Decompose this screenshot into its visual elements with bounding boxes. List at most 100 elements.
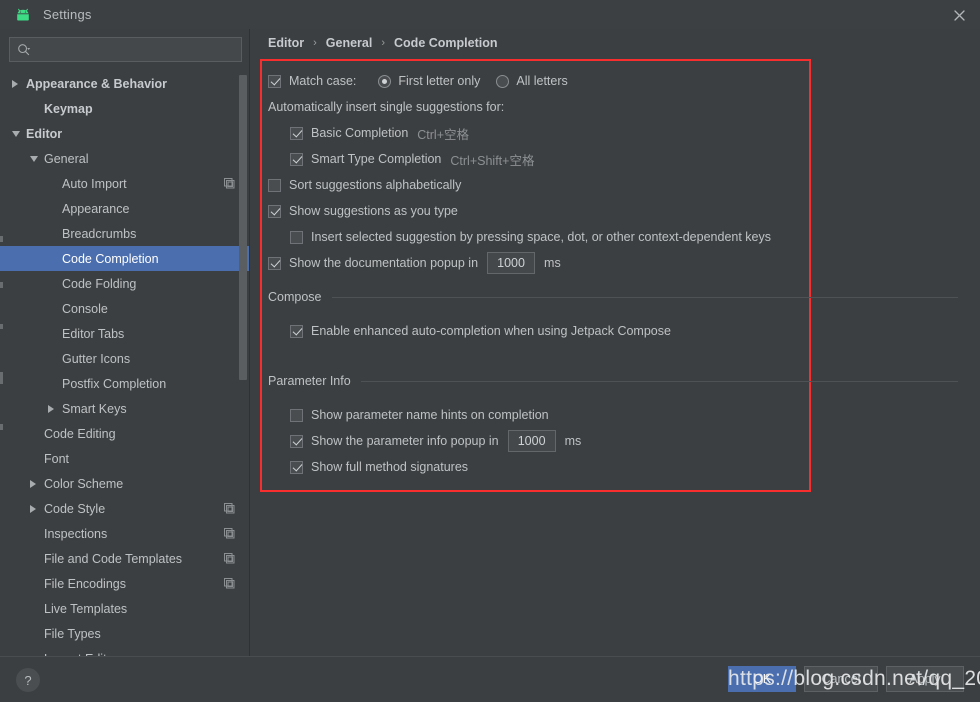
settings-sidebar: Appearance & Behavior Keymap Editor General… bbox=[0, 29, 250, 656]
option-row-param-name-hints: Show parameter name hints on completion bbox=[268, 402, 980, 428]
chevron-right-icon[interactable] bbox=[30, 479, 44, 488]
sidebar-item-label: Appearance & Behavior bbox=[26, 76, 168, 91]
sidebar-item-general[interactable]: General bbox=[0, 146, 250, 171]
param-name-hints-label: Show parameter name hints on completion bbox=[311, 408, 549, 422]
smart-type-completion-shortcut: Ctrl+Shift+空格 bbox=[450, 153, 535, 168]
param-info-popup-delay-input[interactable] bbox=[507, 430, 556, 452]
close-icon[interactable] bbox=[948, 4, 970, 26]
section-divider bbox=[331, 296, 958, 298]
sort-alphabetically-checkbox[interactable] bbox=[268, 178, 281, 192]
sidebar-item-code-style[interactable]: Code Style bbox=[0, 496, 250, 521]
help-button[interactable]: ? bbox=[16, 668, 40, 692]
smart-type-completion-checkbox[interactable] bbox=[290, 152, 303, 166]
sidebar-item-code-folding[interactable]: Code Folding bbox=[0, 271, 250, 296]
sidebar-item-gutter-icons[interactable]: Gutter Icons bbox=[0, 346, 250, 371]
full-method-signatures-label: Show full method signatures bbox=[311, 460, 469, 474]
sidebar-item-file-and-code-templates[interactable]: File and Code Templates bbox=[0, 546, 250, 571]
cancel-button[interactable]: Cancel bbox=[804, 666, 878, 692]
copy-settings-icon[interactable] bbox=[224, 578, 235, 589]
param-info-popup-unit: ms bbox=[564, 434, 582, 448]
sidebar-item-code-completion[interactable]: Code Completion bbox=[0, 246, 250, 271]
sidebar-item-label: Code Style bbox=[44, 501, 106, 516]
sidebar-item-breadcrumbs[interactable]: Breadcrumbs bbox=[0, 221, 250, 246]
sidebar-item-label: Console bbox=[62, 301, 108, 316]
sidebar-item-appearance-behavior[interactable]: Appearance & Behavior bbox=[0, 71, 250, 96]
insert-by-keys-label: Insert selected suggestion by pressing s… bbox=[311, 230, 771, 244]
radio-all-letters-label: All letters bbox=[516, 74, 568, 88]
sidebar-item-live-templates[interactable]: Live Templates bbox=[0, 596, 250, 621]
section-parameter-info-title: Parameter Info bbox=[268, 374, 351, 388]
breadcrumb-item-code-completion: Code Completion bbox=[394, 36, 498, 50]
radio-all-letters[interactable] bbox=[496, 74, 510, 88]
ok-button[interactable]: OK bbox=[728, 666, 796, 692]
insert-by-keys-checkbox[interactable] bbox=[290, 230, 303, 244]
chevron-right-icon[interactable] bbox=[30, 504, 44, 513]
search-box[interactable] bbox=[9, 37, 242, 62]
edge-artifact bbox=[0, 324, 3, 329]
sidebar-item-smart-keys[interactable]: Smart Keys bbox=[0, 396, 250, 421]
copy-settings-icon[interactable] bbox=[224, 178, 235, 189]
sort-alphabetically-label: Sort suggestions alphabetically bbox=[289, 178, 462, 192]
copy-settings-icon[interactable] bbox=[224, 528, 235, 539]
sidebar-item-label: General bbox=[44, 151, 89, 166]
show-as-you-type-checkbox[interactable] bbox=[268, 204, 281, 218]
breadcrumb-item-editor[interactable]: Editor bbox=[268, 36, 304, 50]
sidebar-item-postfix-completion[interactable]: Postfix Completion bbox=[0, 371, 250, 396]
sidebar-item-label: Breadcrumbs bbox=[62, 226, 137, 241]
sidebar-scrollbar-thumb[interactable] bbox=[239, 75, 247, 380]
sidebar-item-font[interactable]: Font bbox=[0, 446, 250, 471]
sidebar-item-editor[interactable]: Editor bbox=[0, 121, 250, 146]
sidebar-item-label: Editor Tabs bbox=[62, 326, 125, 341]
sidebar-item-label: Code Folding bbox=[62, 276, 137, 291]
option-row-basic-completion: Basic Completion Ctrl+空格 bbox=[268, 120, 980, 146]
radio-first-letter-only[interactable] bbox=[378, 74, 392, 88]
doc-popup-checkbox[interactable] bbox=[268, 256, 281, 270]
sidebar-item-label: File Types bbox=[44, 626, 101, 641]
section-compose-title: Compose bbox=[268, 290, 322, 304]
sidebar-item-code-editing[interactable]: Code Editing bbox=[0, 421, 250, 446]
sidebar-item-keymap[interactable]: Keymap bbox=[0, 96, 250, 121]
window-title: Settings bbox=[43, 7, 92, 22]
sidebar-item-inspections[interactable]: Inspections bbox=[0, 521, 250, 546]
chevron-right-icon[interactable] bbox=[12, 79, 26, 88]
sidebar-item-color-scheme[interactable]: Color Scheme bbox=[0, 471, 250, 496]
chevron-right-icon[interactable] bbox=[48, 404, 62, 413]
sidebar-item-label: Appearance bbox=[62, 201, 130, 216]
breadcrumb-separator-icon: › bbox=[313, 37, 317, 49]
sidebar-item-label: Editor bbox=[26, 126, 63, 141]
breadcrumb-item-general[interactable]: General bbox=[326, 36, 373, 50]
match-case-checkbox[interactable] bbox=[268, 74, 281, 88]
sidebar-item-auto-import[interactable]: Auto Import bbox=[0, 171, 250, 196]
smart-type-completion-label: Smart Type Completion bbox=[311, 152, 442, 166]
basic-completion-shortcut: Ctrl+空格 bbox=[417, 127, 470, 142]
full-method-signatures-checkbox[interactable] bbox=[290, 460, 303, 474]
chevron-down-icon[interactable] bbox=[30, 155, 44, 162]
search-input[interactable] bbox=[36, 42, 226, 57]
param-info-popup-checkbox[interactable] bbox=[290, 434, 303, 448]
sidebar-item-console[interactable]: Console bbox=[0, 296, 250, 321]
sidebar-item-label: Inspections bbox=[44, 526, 108, 541]
sidebar-item-appearance[interactable]: Appearance bbox=[0, 196, 250, 221]
apply-button[interactable]: Apply bbox=[886, 666, 964, 692]
doc-popup-delay-input[interactable] bbox=[487, 252, 536, 274]
sidebar-item-label: Smart Keys bbox=[62, 401, 127, 416]
option-row-param-info-popup: Show the parameter info popup in ms bbox=[268, 428, 980, 454]
sidebar-item-label: Gutter Icons bbox=[62, 351, 131, 366]
param-name-hints-checkbox[interactable] bbox=[290, 408, 303, 422]
edge-artifact bbox=[0, 282, 3, 288]
copy-settings-icon[interactable] bbox=[224, 553, 235, 564]
basic-completion-checkbox[interactable] bbox=[290, 126, 303, 140]
edge-artifact bbox=[0, 236, 3, 242]
compose-enable-checkbox[interactable] bbox=[290, 324, 303, 338]
sidebar-item-editor-tabs[interactable]: Editor Tabs bbox=[0, 321, 250, 346]
sidebar-item-layout-editor[interactable]: Layout Editor bbox=[0, 646, 250, 657]
settings-tree[interactable]: Appearance & Behavior Keymap Editor General… bbox=[0, 71, 250, 656]
title-bar: Settings bbox=[0, 0, 980, 29]
sidebar-item-file-encodings[interactable]: File Encodings bbox=[0, 571, 250, 596]
sidebar-item-label: File Encodings bbox=[44, 576, 126, 591]
copy-settings-icon[interactable] bbox=[224, 503, 235, 514]
sidebar-item-file-types[interactable]: File Types bbox=[0, 621, 250, 646]
sidebar-item-label: Color Scheme bbox=[44, 476, 124, 491]
chevron-down-icon[interactable] bbox=[12, 130, 26, 137]
breadcrumb-separator-icon: › bbox=[381, 37, 386, 49]
